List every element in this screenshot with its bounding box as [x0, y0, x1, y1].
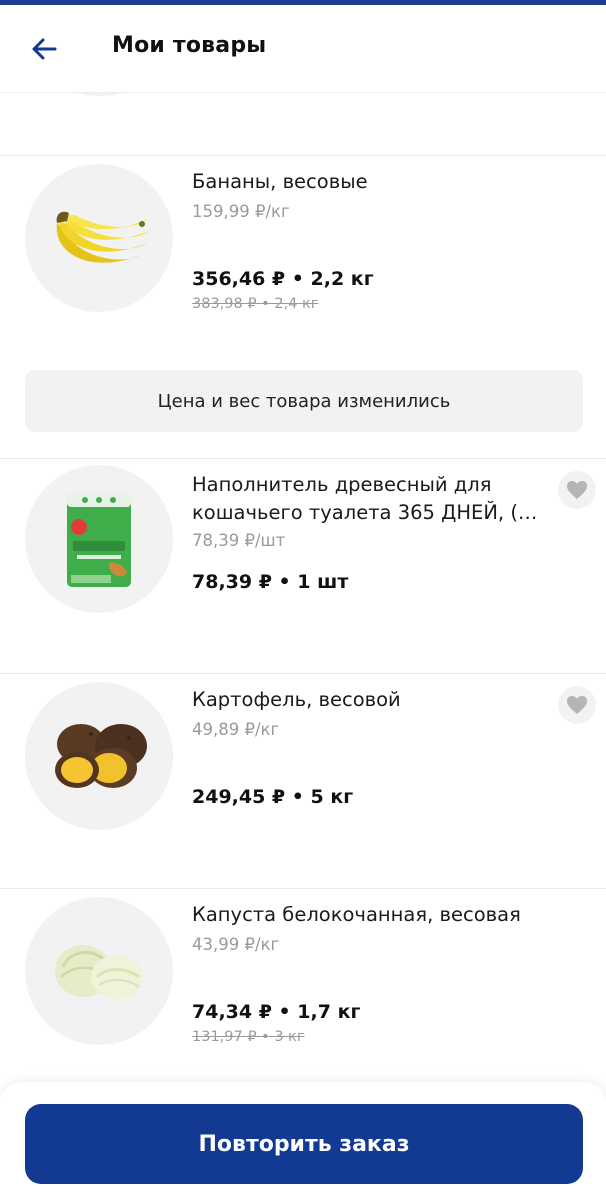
bottom-action-bar: Повторить заказ: [0, 1082, 606, 1200]
list-item[interactable]: Наполнитель древесный для кошачьего туал…: [0, 459, 606, 673]
unit-price: 78,39 ₽/шт: [192, 531, 286, 550]
favorite-button[interactable]: [558, 686, 596, 724]
page-title: Мои товары: [112, 33, 267, 58]
heart-icon: [567, 481, 587, 499]
header: Мои товары: [0, 5, 606, 93]
favorite-button[interactable]: [558, 471, 596, 509]
product-name: Наполнитель древесный для кошачьего туал…: [192, 473, 538, 524]
arrow-left-icon: [32, 38, 57, 60]
back-button[interactable]: [22, 27, 66, 71]
item-total: 356,46 ₽ • 2,2 кг: [192, 268, 374, 290]
litter-bag-icon: [67, 493, 131, 587]
unit-price: 43,99 ₽/кг: [192, 935, 280, 954]
unit-price: 49,89 ₽/кг: [192, 720, 280, 739]
heart-icon: [567, 696, 587, 714]
item-total: 78,39 ₽ • 1 шт: [192, 571, 349, 593]
unit-price: 159,99 ₽/кг: [192, 202, 290, 221]
banana-icon: [56, 211, 149, 263]
old-total: 131,97 ₽ • 3 кг: [192, 1029, 305, 1045]
product-name: Бананы, весовые: [192, 170, 368, 193]
old-total: 383,98 ₽ • 2,4 кг: [192, 296, 319, 312]
screen: Мои товары Бананы, весовые 159,99 ₽/кг 3…: [0, 0, 606, 1200]
list-item[interactable]: Картофель, весовой 49,89 ₽/кг 249,45 ₽ •…: [0, 674, 606, 888]
cabbage-icon: [55, 945, 143, 999]
product-image: [25, 164, 173, 312]
repeat-order-button[interactable]: Повторить заказ: [25, 1104, 583, 1184]
product-image: [25, 465, 173, 613]
list-item[interactable]: Капуста белокочанная, весовая 43,99 ₽/кг…: [0, 889, 606, 1082]
product-name: Картофель, весовой: [192, 688, 401, 711]
item-total: 74,34 ₽ • 1,7 кг: [192, 1001, 361, 1023]
change-notice: Цена и вес товара изменились: [25, 370, 583, 432]
potato-icon: [55, 724, 147, 788]
item-total: 249,45 ₽ • 5 кг: [192, 786, 354, 808]
product-name: Капуста белокочанная, весовая: [192, 903, 521, 926]
product-image: [25, 897, 173, 1045]
product-image: [25, 682, 173, 830]
